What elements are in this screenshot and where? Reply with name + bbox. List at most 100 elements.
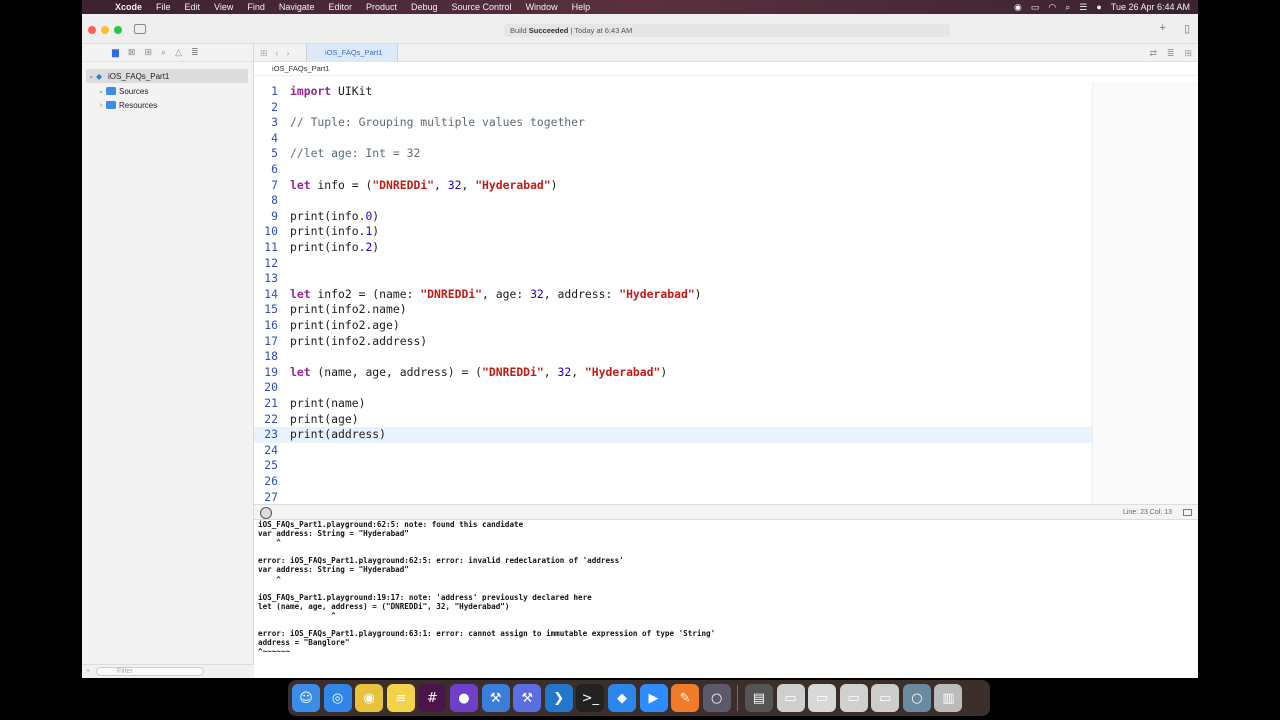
code-text[interactable]: print(info2.name): [290, 302, 407, 318]
code-line[interactable]: 3// Tuple: Grouping multiple values toge…: [254, 115, 1092, 131]
source-editor[interactable]: 1 import UIKit 2 3// Tuple: Grouping multip…: [254, 82, 1092, 504]
safari-icon[interactable]: ◎: [323, 684, 352, 712]
code-line[interactable]: 4: [254, 131, 1092, 147]
pencil-icon[interactable]: ✎: [671, 684, 700, 712]
minimap[interactable]: [1092, 82, 1198, 504]
add-file-icon[interactable]: +: [86, 668, 90, 675]
symbol-icon[interactable]: ⊞: [144, 47, 152, 58]
chrome-icon[interactable]: ◉: [355, 684, 384, 712]
minimize-window-button[interactable]: [101, 26, 109, 34]
terminal-icon[interactable]: >_: [576, 684, 605, 712]
menu-navigate[interactable]: Navigate: [272, 2, 322, 12]
github-icon[interactable]: ●: [449, 684, 478, 712]
navigator-toggle-icon[interactable]: [134, 24, 146, 34]
code-line[interactable]: 23 print(address): [254, 427, 1092, 443]
code-line[interactable]: 21 print(name): [254, 396, 1092, 412]
vscode-icon[interactable]: ❯: [544, 684, 573, 712]
inspector-toggle-icon[interactable]: ▯: [1184, 22, 1190, 35]
run-playground-icon[interactable]: [260, 507, 272, 519]
close-window-button[interactable]: [88, 26, 96, 34]
line-number[interactable]: 11: [254, 240, 290, 256]
tree-item-sources[interactable]: ⌄ Sources: [96, 84, 148, 98]
line-number[interactable]: 25: [254, 458, 290, 474]
screen-record-icon[interactable]: ◉: [1014, 2, 1022, 13]
line-number[interactable]: 1: [254, 84, 290, 100]
menu-help[interactable]: Help: [565, 2, 598, 12]
line-number[interactable]: 19: [254, 365, 290, 381]
trash-icon[interactable]: ▥: [934, 684, 963, 712]
line-number[interactable]: 2: [254, 100, 290, 116]
line-number[interactable]: 10: [254, 224, 290, 240]
xcode-icon[interactable]: ⚒: [481, 684, 510, 712]
forward-icon[interactable]: ›: [287, 48, 290, 59]
wifi-icon[interactable]: ◠: [1048, 2, 1056, 13]
line-number[interactable]: 15: [254, 302, 290, 318]
line-number[interactable]: 3: [254, 115, 290, 131]
code-line[interactable]: 7 let info = ("DNREDDi", 32, "Hyderabad"): [254, 178, 1092, 194]
code-text[interactable]: let (name, age, address) = ("DNREDDi", 3…: [290, 365, 667, 381]
line-number[interactable]: 20: [254, 380, 290, 396]
code-line[interactable]: 18: [254, 349, 1092, 365]
line-number[interactable]: 9: [254, 209, 290, 225]
code-text[interactable]: //let age: Int = 32: [290, 146, 420, 162]
code-line[interactable]: 10 print(info.1): [254, 224, 1092, 240]
battery-icon[interactable]: ▭: [1031, 2, 1040, 13]
jump-bar[interactable]: iOS_FAQs_Part1: [254, 62, 1198, 76]
code-line[interactable]: 17 print(info2.address): [254, 334, 1092, 350]
filter-input[interactable]: Filter: [96, 667, 205, 676]
line-number[interactable]: 27: [254, 490, 290, 506]
code-line[interactable]: 25: [254, 458, 1092, 474]
code-line[interactable]: 9 print(info.0): [254, 209, 1092, 225]
line-number[interactable]: 7: [254, 178, 290, 194]
code-line[interactable]: 2: [254, 100, 1092, 116]
menu-find[interactable]: Find: [240, 2, 272, 12]
split-editor-icon[interactable]: ⊞: [1184, 48, 1192, 59]
menu-editor[interactable]: Editor: [321, 2, 359, 12]
code-line[interactable]: 22 print(age): [254, 412, 1092, 428]
tree-item-project[interactable]: ⌄ ◆ iOS_FAQs_Part1: [86, 69, 248, 83]
line-number[interactable]: 26: [254, 474, 290, 490]
maps-icon[interactable]: ◆: [607, 684, 636, 712]
line-number[interactable]: 13: [254, 271, 290, 287]
zoom-icon[interactable]: ▶: [639, 684, 668, 712]
finder-icon[interactable]: ☺: [292, 684, 320, 712]
line-number[interactable]: 18: [254, 349, 290, 365]
chevron-right-icon[interactable]: ›: [96, 102, 106, 109]
zoom-window-button[interactable]: [114, 26, 122, 34]
control-center-icon[interactable]: ☰: [1079, 2, 1087, 13]
menu-debug[interactable]: Debug: [404, 2, 445, 12]
folder-icon[interactable]: ▆: [112, 47, 119, 58]
code-line[interactable]: 24: [254, 443, 1092, 459]
menu-source-control[interactable]: Source Control: [445, 2, 519, 12]
code-text[interactable]: let info = ("DNREDDi", 32, "Hyderabad"): [290, 178, 558, 194]
back-icon[interactable]: ‹: [276, 48, 279, 59]
code-text[interactable]: let info2 = (name: "DNREDDi", age: 32, a…: [290, 287, 702, 303]
tab-ios-faqs-part1[interactable]: iOS_FAQs_Part1: [306, 44, 398, 62]
code-line[interactable]: 16 print(info2.age): [254, 318, 1092, 334]
code-line[interactable]: 19 let (name, age, address) = ("DNREDDi",…: [254, 365, 1092, 381]
line-number[interactable]: 16: [254, 318, 290, 334]
code-line[interactable]: 26: [254, 474, 1092, 490]
code-line[interactable]: 15 print(info2.name): [254, 302, 1092, 318]
report-icon[interactable]: ≣: [191, 47, 199, 58]
menu-window[interactable]: Window: [519, 2, 565, 12]
menu-product[interactable]: Product: [359, 2, 404, 12]
line-number[interactable]: 22: [254, 412, 290, 428]
line-number[interactable]: 21: [254, 396, 290, 412]
editor-options-icon[interactable]: ≣: [1167, 48, 1175, 59]
window-preview-icon-5[interactable]: ○: [902, 684, 931, 712]
code-text[interactable]: print(info2.address): [290, 334, 427, 350]
code-text[interactable]: print(info2.age): [290, 318, 400, 334]
code-line[interactable]: 14 let info2 = (name: "DNREDDi", age: 32,…: [254, 287, 1092, 303]
menu-file[interactable]: File: [149, 2, 178, 12]
simulator-icon[interactable]: ○: [702, 684, 731, 712]
document-icon[interactable]: ▤: [744, 684, 773, 712]
chevron-down-icon[interactable]: ⌄: [96, 87, 106, 95]
line-number[interactable]: 4: [254, 131, 290, 147]
code-text[interactable]: print(info.1): [290, 224, 379, 240]
related-items-icon[interactable]: ⇄: [1149, 48, 1157, 59]
line-number[interactable]: 6: [254, 162, 290, 178]
line-number[interactable]: 12: [254, 256, 290, 272]
menubar-clock[interactable]: Tue 26 Apr 6:44 AM: [1111, 2, 1190, 12]
find-icon[interactable]: ⌕: [161, 47, 166, 58]
